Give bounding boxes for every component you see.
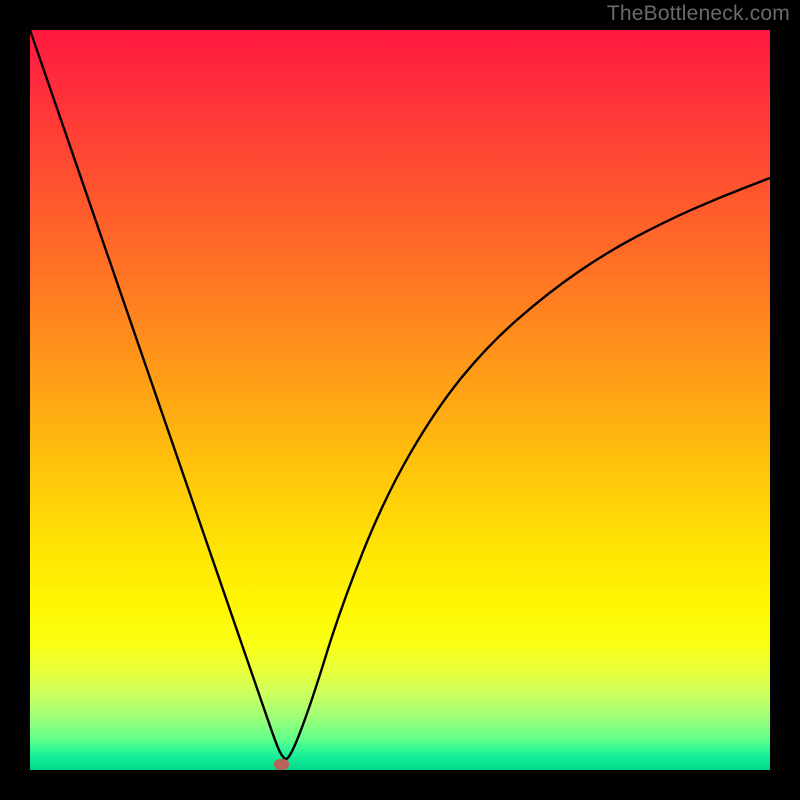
plot-area xyxy=(30,30,770,770)
bottleneck-curve xyxy=(30,30,770,759)
optimum-marker xyxy=(274,759,289,770)
chart-frame: TheBottleneck.com xyxy=(0,0,800,800)
curve-svg xyxy=(30,30,770,770)
watermark-text: TheBottleneck.com xyxy=(607,2,790,26)
